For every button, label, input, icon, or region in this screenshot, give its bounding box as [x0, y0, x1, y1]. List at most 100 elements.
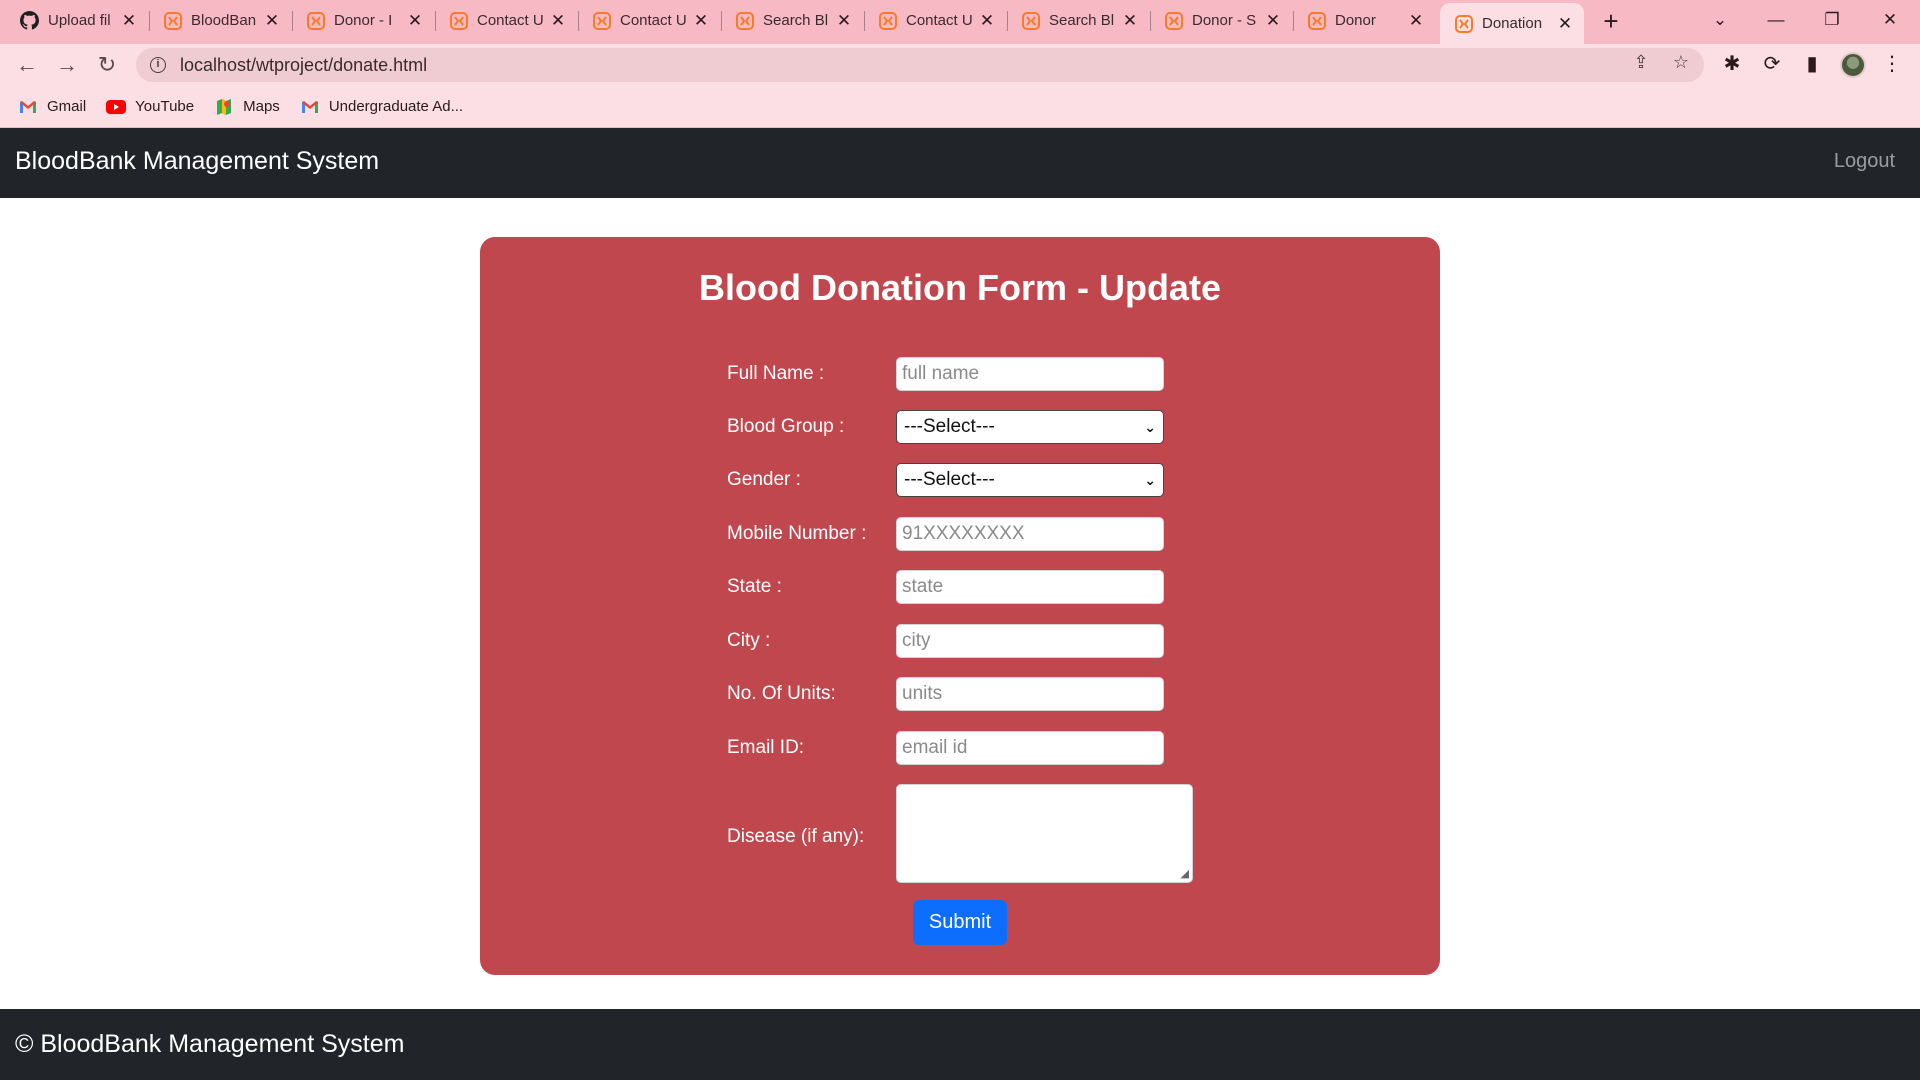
- bookmarks-bar: Gmail YouTube Maps Undergraduate Ad...: [0, 86, 1920, 128]
- full-name-input[interactable]: [896, 357, 1164, 391]
- side-panel-icon[interactable]: ▮: [1800, 52, 1824, 76]
- disease-textarea[interactable]: ◢: [896, 784, 1193, 883]
- forward-arrow-icon[interactable]: →: [53, 51, 81, 79]
- gender-selected: ---Select---: [904, 469, 995, 490]
- tab-label: Contact U: [906, 12, 973, 29]
- xampp-icon: [1307, 11, 1326, 30]
- share-icon[interactable]: ⇪: [1632, 53, 1650, 71]
- site-footer: © BloodBank Management System: [0, 1009, 1920, 1080]
- close-icon[interactable]: ✕: [1121, 11, 1139, 31]
- tab-search-blood[interactable]: Search Bl ✕: [721, 0, 863, 41]
- tab-label: Donation: [1482, 15, 1543, 32]
- email-input[interactable]: [896, 731, 1164, 765]
- state-label: State :: [727, 576, 782, 597]
- bookmark-youtube[interactable]: YouTube: [106, 98, 194, 115]
- close-icon[interactable]: ✕: [1556, 14, 1574, 34]
- close-icon[interactable]: ✕: [692, 11, 710, 31]
- profile-avatar[interactable]: [1840, 52, 1866, 78]
- tab-contact-us[interactable]: Contact U ✕: [435, 0, 577, 41]
- disease-label: Disease (if any):: [727, 826, 865, 847]
- footer-copyright: © BloodBank Management System: [15, 1030, 405, 1058]
- email-label: Email ID:: [727, 737, 805, 758]
- tab-donation[interactable]: Donation ✕: [1440, 3, 1584, 44]
- units-label: No. Of Units:: [727, 683, 836, 704]
- gmail-icon: [300, 99, 320, 115]
- url-text[interactable]: localhost/wtproject/donate.html: [180, 55, 427, 76]
- new-tab-button[interactable]: +: [1596, 7, 1626, 37]
- bookmark-gmail[interactable]: Gmail: [18, 98, 86, 115]
- xampp-icon: [878, 11, 897, 30]
- tab-contact-us[interactable]: Contact U ✕: [578, 0, 720, 41]
- tab-search-chevron-icon[interactable]: ⌄: [1700, 6, 1740, 34]
- xampp-icon: [1021, 11, 1040, 30]
- city-label: City :: [727, 630, 771, 651]
- chevron-down-icon: ⌄: [1144, 471, 1156, 488]
- minimize-icon[interactable]: —: [1756, 6, 1796, 34]
- tab-contact-us[interactable]: Contact U ✕: [864, 0, 1006, 41]
- form-title: Blood Donation Form - Update: [699, 267, 1221, 308]
- extensions-puzzle-icon[interactable]: ✱: [1720, 52, 1744, 76]
- close-icon[interactable]: ✕: [978, 11, 996, 31]
- extension-icon[interactable]: ⟳: [1760, 52, 1784, 76]
- close-icon[interactable]: ✕: [549, 11, 567, 31]
- menu-kebab-icon[interactable]: ⋮: [1880, 52, 1904, 76]
- tab-label: Search Bl: [1049, 12, 1115, 29]
- bookmark-undergraduate[interactable]: Undergraduate Ad...: [300, 98, 463, 115]
- state-input[interactable]: [896, 570, 1164, 604]
- chevron-down-icon: ⌄: [1144, 418, 1156, 435]
- tab-donor[interactable]: Donor ✕: [1293, 0, 1435, 41]
- bookmark-star-icon[interactable]: ☆: [1672, 53, 1690, 71]
- back-arrow-icon[interactable]: ←: [13, 51, 41, 79]
- bookmark-label: Undergraduate Ad...: [328, 98, 464, 115]
- tab-upload-files[interactable]: Upload fil ✕: [6, 0, 148, 41]
- browser-tab-strip: Upload fil ✕ BloodBan ✕ Donor - I ✕ Cont…: [0, 0, 1920, 44]
- submit-button[interactable]: Submit: [913, 900, 1007, 945]
- site-info-icon[interactable]: i: [150, 57, 166, 73]
- maps-icon: [214, 98, 234, 115]
- units-input[interactable]: [896, 677, 1164, 711]
- close-icon[interactable]: ✕: [263, 11, 281, 31]
- donation-form-card: Blood Donation Form - Update Full Name :…: [480, 237, 1440, 975]
- close-icon[interactable]: ✕: [120, 11, 138, 31]
- address-bar[interactable]: i localhost/wtproject/donate.html: [136, 48, 1704, 82]
- close-icon[interactable]: ✕: [406, 11, 424, 31]
- logout-link[interactable]: Logout: [1834, 150, 1895, 173]
- xampp-icon: [592, 11, 611, 30]
- tab-label: Contact U: [620, 12, 687, 29]
- tab-label: Donor - I: [334, 12, 393, 29]
- xampp-icon: [306, 11, 325, 30]
- blood-group-label: Blood Group :: [727, 416, 845, 437]
- tab-donor-search[interactable]: Donor - S ✕: [1150, 0, 1292, 41]
- close-icon[interactable]: ✕: [835, 11, 853, 31]
- bookmark-label: YouTube: [135, 98, 195, 115]
- tab-label: Search Bl: [763, 12, 829, 29]
- site-navbar: BloodBank Management System Logout: [0, 128, 1920, 198]
- full-name-label: Full Name :: [727, 363, 825, 384]
- blood-group-selected: ---Select---: [904, 416, 995, 437]
- gmail-icon: [18, 99, 38, 115]
- gender-select[interactable]: ---Select--- ⌄: [896, 463, 1164, 497]
- xampp-icon: [1164, 11, 1183, 30]
- mobile-label: Mobile Number :: [727, 523, 867, 544]
- close-icon[interactable]: ✕: [1264, 11, 1282, 31]
- tab-bloodbank[interactable]: BloodBan ✕: [149, 0, 291, 41]
- bookmark-maps[interactable]: Maps: [214, 98, 280, 115]
- mobile-input[interactable]: [896, 517, 1164, 551]
- navbar-brand[interactable]: BloodBank Management System: [15, 147, 379, 176]
- xampp-icon: [1454, 14, 1473, 33]
- restore-icon[interactable]: ❐: [1812, 6, 1852, 34]
- tab-label: Contact U: [477, 12, 544, 29]
- xampp-icon: [163, 11, 182, 30]
- tab-search-blood[interactable]: Search Bl ✕: [1007, 0, 1149, 41]
- youtube-icon: [106, 99, 127, 115]
- close-icon[interactable]: ✕: [1407, 11, 1425, 31]
- city-input[interactable]: [896, 624, 1164, 658]
- tab-label: Donor: [1335, 12, 1376, 29]
- bookmark-label: Gmail: [47, 98, 87, 115]
- tab-donor-info[interactable]: Donor - I ✕: [292, 0, 434, 41]
- resize-grip-icon[interactable]: ◢: [1181, 867, 1189, 880]
- blood-group-select[interactable]: ---Select--- ⌄: [896, 410, 1164, 444]
- address-toolbar: ← → ↻ i localhost/wtproject/donate.html …: [0, 44, 1920, 86]
- reload-icon[interactable]: ↻: [93, 51, 121, 79]
- window-close-icon[interactable]: ✕: [1870, 6, 1910, 34]
